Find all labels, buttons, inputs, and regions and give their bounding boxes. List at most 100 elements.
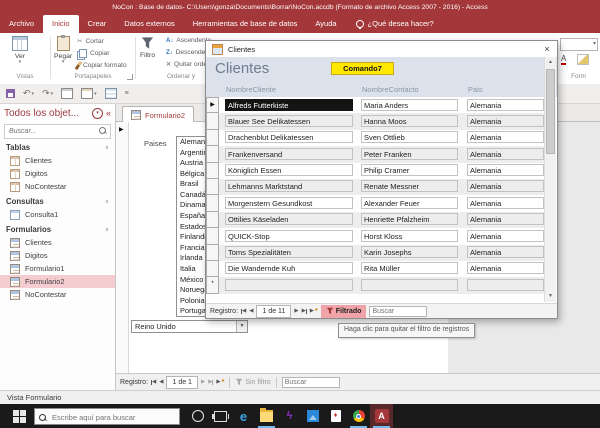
paste-button[interactable]: Pegar ▾ [54, 36, 72, 64]
dialog-launcher-icon[interactable] [127, 74, 133, 80]
sidebar-item-formulario1[interactable]: Formulario1 [0, 262, 115, 275]
new-record-button[interactable]: ▶* [216, 379, 224, 386]
ribbon-tab-archivo[interactable]: Archivo [0, 15, 43, 33]
scrollbar-thumb[interactable] [546, 69, 555, 154]
sidebar-group-consultas[interactable]: Consultas∧ [0, 195, 115, 208]
new-record-button[interactable]: ▶* [310, 308, 318, 315]
shutter-close-icon[interactable]: « [106, 109, 111, 118]
sidebar-item-consulta1[interactable]: Consulta1 [0, 208, 115, 221]
first-record-button[interactable]: ◀ [241, 308, 246, 314]
record-position[interactable]: 1 de 1 [166, 376, 197, 389]
field-nombre-contacto[interactable]: Peter Franken [361, 148, 458, 160]
first-record-button[interactable]: ◀ [151, 379, 156, 385]
taskbar-icon-access[interactable]: A [370, 404, 393, 428]
field-pais[interactable]: Alemania [467, 131, 544, 143]
record-selector[interactable] [206, 179, 219, 195]
field-pais[interactable]: Alemania [467, 99, 544, 111]
pais-combobox[interactable]: Reino Unido ▼ [131, 320, 248, 333]
field-nombre-cliente[interactable]: Blauer See Delikatessen [225, 115, 353, 127]
field-nombre-contacto[interactable]: Maria Anders [361, 99, 458, 111]
previous-record-button[interactable]: ◀ [249, 308, 253, 314]
view-button[interactable]: Ver ▾ [12, 36, 28, 64]
taskbar-icon-lightning[interactable]: ϟ [278, 404, 301, 428]
taskbar-icon-cards[interactable]: ♦ [324, 404, 347, 428]
field-nombre-contacto[interactable] [361, 279, 458, 291]
field-nombre-cliente[interactable] [225, 279, 353, 291]
record-selector[interactable] [206, 228, 219, 244]
taskbar-icon-photos[interactable] [301, 404, 324, 428]
comando7-button[interactable]: Comando7 [331, 62, 394, 75]
record-selector[interactable] [206, 195, 219, 211]
record-selector[interactable] [206, 261, 219, 277]
scroll-down-icon[interactable]: ▼ [545, 291, 556, 302]
form-view-button[interactable] [61, 88, 73, 99]
sidebar-item-tabla-clientes[interactable]: Clientes [0, 154, 115, 167]
ribbon-tab-datos-externos[interactable]: Datos externos [115, 15, 183, 33]
document-tab-formulario2[interactable]: Formulario2 [122, 106, 194, 123]
tell-me-box[interactable]: ¿Qué desea hacer? [346, 15, 434, 33]
dialog-title-bar[interactable]: Clientes × [206, 41, 557, 57]
field-pais[interactable]: Alemania [467, 180, 544, 192]
highlight-color-button[interactable] [577, 54, 589, 65]
field-nombre-contacto[interactable]: Hanna Moos [361, 115, 458, 127]
field-nombre-contacto[interactable]: Alexander Feuer [361, 197, 458, 209]
vertical-scrollbar[interactable]: ▲ ▼ [544, 57, 556, 302]
taskbar-icon-taskview[interactable] [209, 404, 232, 428]
format-painter-button[interactable]: Copiar formato [77, 61, 127, 70]
sidebar-group-tablas[interactable]: Tablas∧ [0, 141, 115, 154]
sidebar-item-tabla-nocontestar[interactable]: NoContestar [0, 180, 115, 193]
field-nombre-contacto[interactable]: Renate Messner [361, 180, 458, 192]
sidebar-item-formulario2[interactable]: Formulario2 [0, 275, 115, 288]
sidebar-group-formularios[interactable]: Formularios∧ [0, 223, 115, 236]
ribbon-tab-ayuda[interactable]: Ayuda [306, 15, 345, 33]
field-nombre-cliente[interactable]: Alfreds Futterkiste [225, 99, 353, 111]
sidebar-item-form-digitos[interactable]: Digitos [0, 249, 115, 262]
sidebar-item-tabla-digitos[interactable]: Digitos [0, 167, 115, 180]
record-search-input[interactable] [369, 306, 427, 317]
next-record-button[interactable]: ▶ [201, 379, 205, 385]
record-position[interactable]: 1 de 11 [256, 305, 291, 318]
close-icon[interactable]: × [540, 44, 554, 54]
font-select[interactable] [560, 38, 598, 51]
field-nombre-cliente[interactable]: Drachenblut Delikatessen [225, 131, 353, 143]
field-nombre-cliente[interactable]: QUICK-Stop [225, 230, 353, 242]
taskbar-icon-cortana[interactable] [186, 404, 209, 428]
field-nombre-cliente[interactable]: Lehmanns Marktstand [225, 180, 353, 192]
undo-button[interactable]: ↶▾ [23, 88, 34, 99]
field-nombre-contacto[interactable]: Sven Ottlieb [361, 131, 458, 143]
design-view-button[interactable]: ▾ [81, 88, 97, 99]
record-selector[interactable] [206, 163, 219, 179]
taskbar-icon-edge[interactable]: e [232, 404, 255, 428]
field-nombre-contacto[interactable]: Philip Cramer [361, 164, 458, 176]
field-pais[interactable]: Alemania [467, 148, 544, 160]
redo-button[interactable]: ↷▾ [42, 88, 53, 99]
save-button[interactable] [6, 89, 15, 98]
combobox-dropdown-icon[interactable]: ▼ [236, 321, 247, 332]
font-color-button[interactable]: A [561, 54, 566, 65]
copy-button[interactable]: Copiar [77, 49, 109, 58]
field-pais[interactable]: Alemania [467, 115, 544, 127]
customize-qat-button[interactable]: ≡ [125, 90, 129, 97]
sidebar-item-form-nocontestar[interactable]: NoContestar [0, 288, 115, 301]
taskbar-search-input[interactable] [50, 410, 179, 425]
record-selector[interactable] [206, 113, 219, 129]
datasheet-button[interactable] [105, 88, 117, 99]
record-selector[interactable]: ▶ [206, 97, 219, 113]
taskbar-icon-chrome[interactable] [347, 404, 370, 428]
field-pais[interactable]: Alemania [467, 230, 544, 242]
record-selector[interactable]: * [206, 277, 219, 293]
next-record-button[interactable]: ▶ [294, 308, 298, 314]
field-nombre-contacto[interactable]: Karin Josephs [361, 246, 458, 258]
previous-record-button[interactable]: ◀ [159, 379, 163, 385]
navigation-search-input[interactable] [7, 125, 101, 138]
filter-button[interactable]: Filtro [140, 36, 155, 59]
field-pais[interactable]: Alemania [467, 246, 544, 258]
ribbon-tab-inicio[interactable]: Inicio [43, 15, 79, 33]
record-selector[interactable] [206, 130, 219, 146]
record-selector[interactable] [206, 212, 219, 228]
record-selector-strip[interactable]: ▶ [116, 122, 129, 373]
field-pais[interactable]: Alemania [467, 164, 544, 176]
field-pais[interactable]: Alemania [467, 213, 544, 225]
field-nombre-cliente[interactable]: Morgenstern Gesundkost [225, 197, 353, 209]
field-pais[interactable]: Alemania [467, 262, 544, 274]
